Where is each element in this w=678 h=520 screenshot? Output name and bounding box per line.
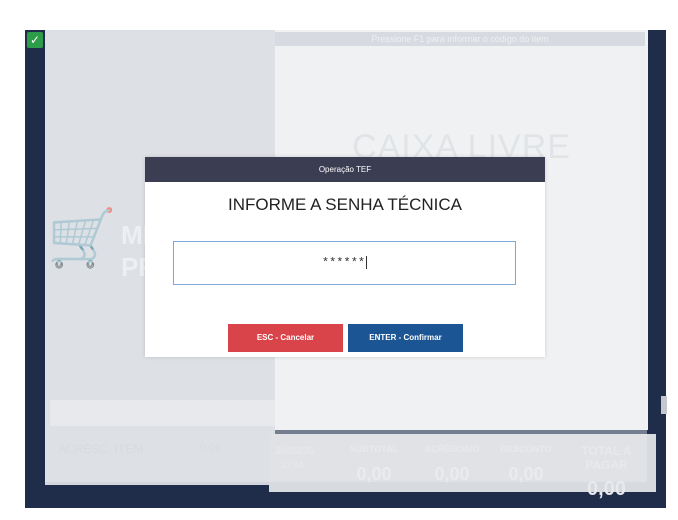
confirm-button[interactable]: ENTER - Confirmar	[348, 324, 463, 352]
text-caret	[366, 256, 368, 270]
cancel-button[interactable]: ESC - Cancelar	[228, 324, 343, 352]
check-icon: ✓	[27, 32, 43, 48]
password-input[interactable]: ******	[173, 241, 516, 285]
side-edge-marker	[661, 396, 667, 414]
tef-password-dialog: Operação TEF INFORME A SENHA TÉCNICA ***…	[145, 157, 545, 357]
dialog-header: Operação TEF	[145, 157, 545, 182]
dialog-title: INFORME A SENHA TÉCNICA	[228, 195, 462, 214]
password-value: ******	[321, 256, 366, 270]
